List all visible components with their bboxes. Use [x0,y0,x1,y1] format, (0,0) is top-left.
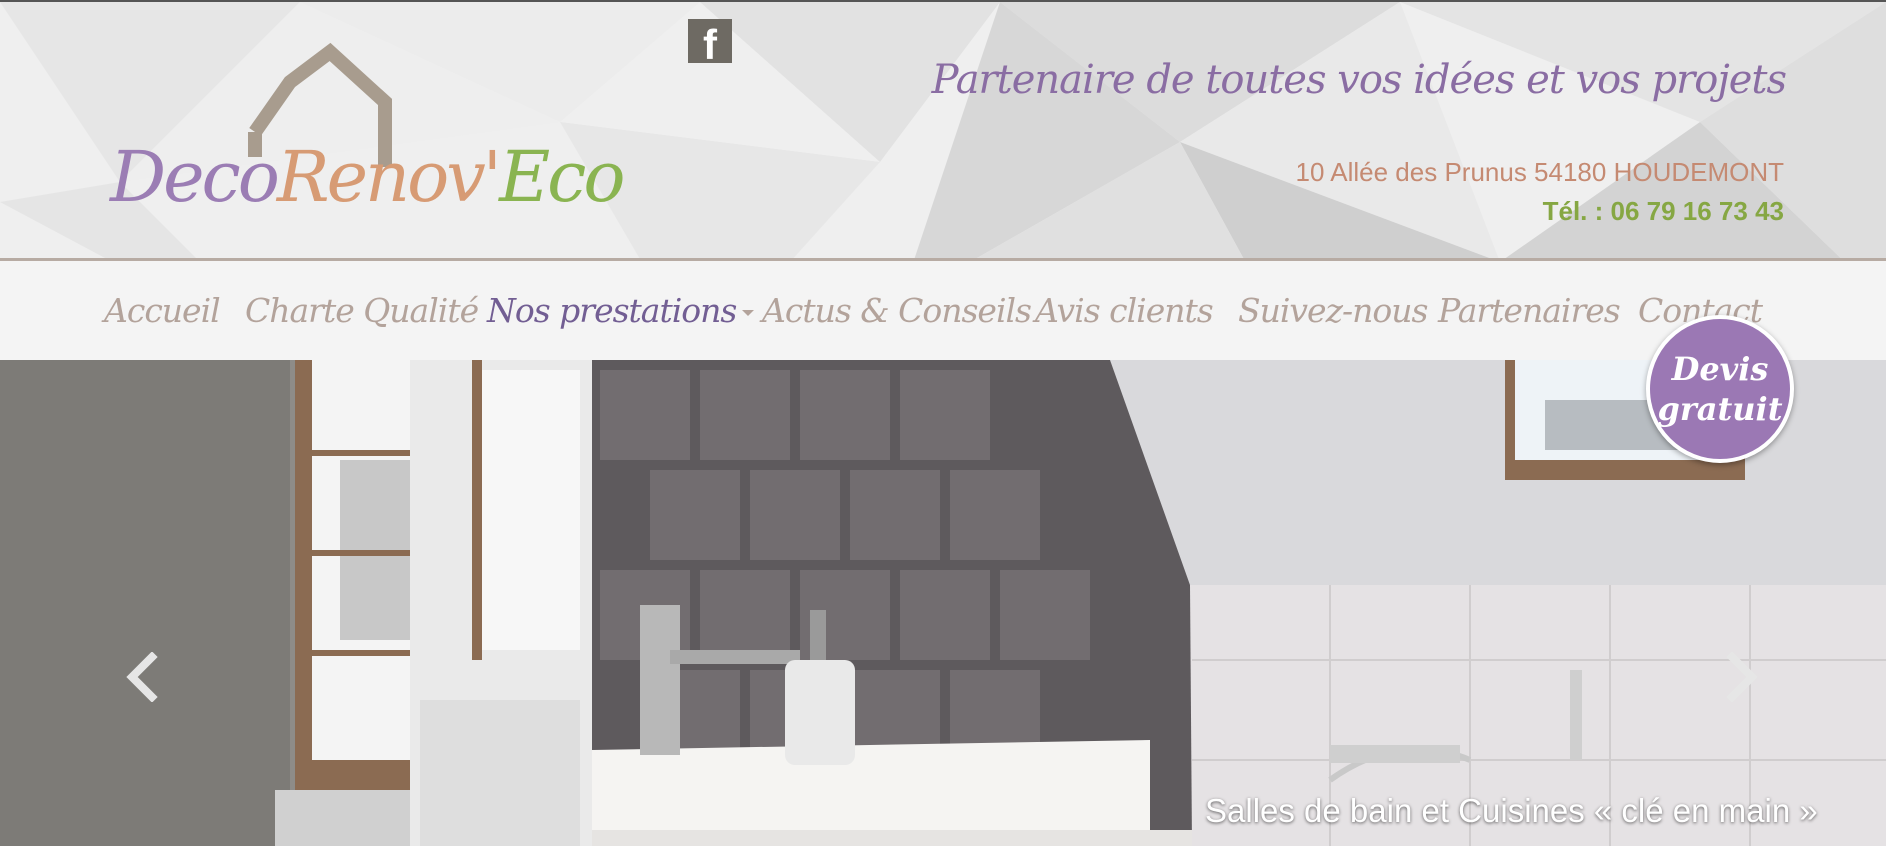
chevron-right-icon [1726,652,1758,702]
nav-item-charte-qualite[interactable]: Charte Qualité [245,291,479,330]
nav-item-avis-clients[interactable]: Avis clients [1035,291,1214,330]
devis-line1: Devis [1671,350,1769,388]
address: 10 Allée des Prunus 54180 HOUDEMONT [1295,157,1784,187]
logo-part-renov: Renov' [276,136,502,218]
nav-item-accueil[interactable]: Accueil [104,291,221,330]
phone-number[interactable]: Tél. : 06 79 16 73 43 [1543,196,1784,227]
facebook-icon[interactable]: f [688,19,732,63]
tagline: Partenaire de toutes vos idées et vos pr… [931,57,1787,103]
chevron-left-icon [126,652,158,702]
devis-line2: gratuit [1657,390,1783,428]
nav-item-suivez-nous[interactable]: Suivez-nous [1238,291,1428,330]
nav-item-actus-conseils[interactable]: Actus & Conseils [762,291,1032,330]
slider-next-button[interactable] [1722,652,1762,702]
devis-gratuit-button[interactable]: Devis gratuit [1646,315,1794,463]
slider-prev-button[interactable] [122,652,162,702]
slide-caption: Salles de bain et Cuisines « clé en main… [1205,792,1818,829]
hero-slider: Salles de bain et Cuisines « clé en main… [0,360,1886,846]
logo-text: DecoRenov'Eco [110,132,626,222]
caret-down-icon [742,310,755,316]
bathroom-photo [0,360,1886,846]
logo-part-deco: Deco [110,136,280,218]
nav-item-nos-prestations[interactable]: Nos prestations [487,291,755,330]
main-navigation: Accueil Charte Qualité Nos prestations A… [0,258,1886,360]
nav-item-partenaires[interactable]: Partenaires [1438,291,1621,330]
logo-part-eco: Eco [499,136,625,218]
logo[interactable]: DecoRenov'Eco [100,42,626,222]
site-header: DecoRenov'Eco f Partenaire de toutes vos… [0,0,1886,258]
nav-item-nos-prestations-label: Nos prestations [487,291,737,330]
